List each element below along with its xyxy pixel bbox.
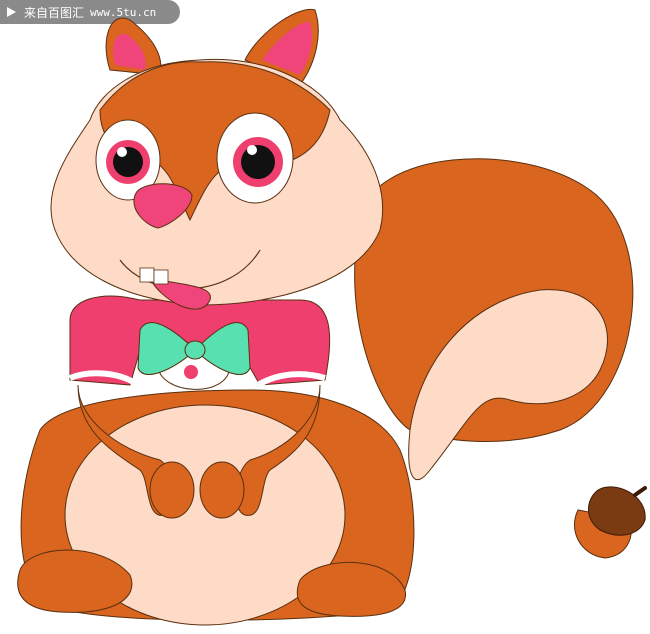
squirrel-illustration xyxy=(17,8,647,626)
acorn xyxy=(573,486,647,559)
tail xyxy=(354,158,634,481)
